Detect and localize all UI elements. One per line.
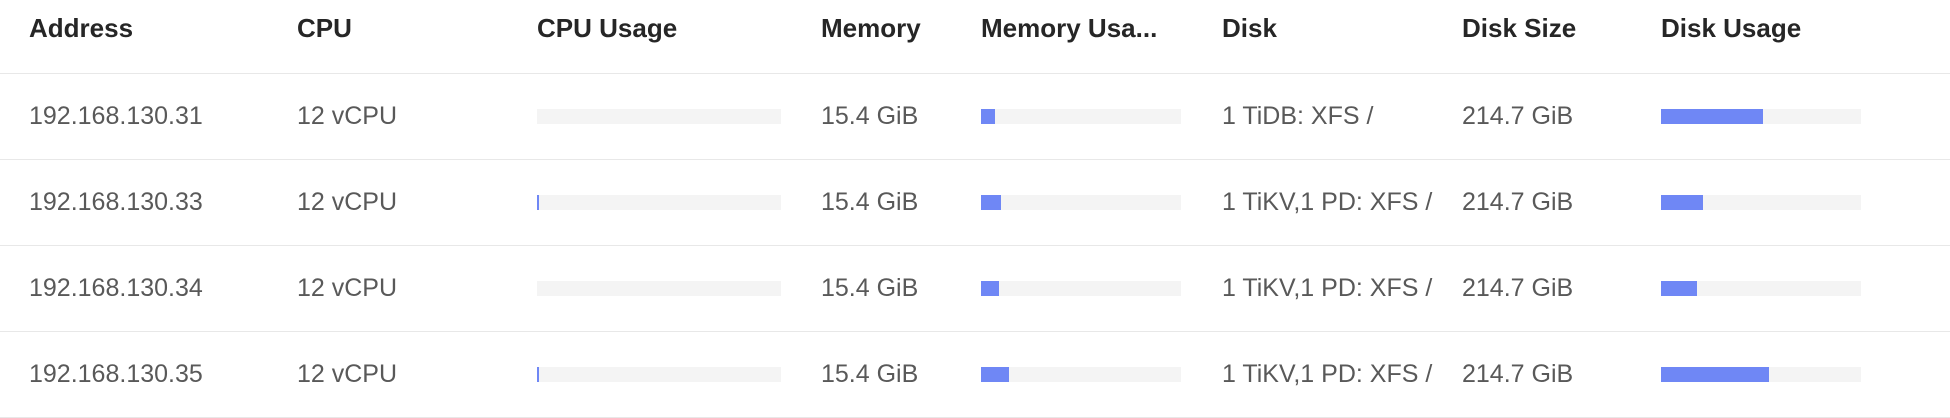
cpu-usage-bar: [537, 367, 781, 382]
cpu-usage-bar-fill: [537, 367, 539, 382]
hosts-table: Address CPU CPU Usage Memory Memory Usa.…: [0, 0, 1950, 418]
column-header-disk[interactable]: Disk: [1222, 0, 1438, 73]
column-header-memory-usage[interactable]: Memory Usa...: [981, 0, 1176, 73]
disk-size-cell: 214.7 GiB: [1462, 102, 1574, 130]
disk-size-cell: 214.7 GiB: [1462, 274, 1574, 302]
disk-cell: 1 TiKV,1 PD: XFS /: [1222, 274, 1433, 302]
address-cell: 192.168.130.34: [29, 274, 203, 302]
table-body: 192.168.130.31 12 vCPU 15.4 GiB 1 TiDB: …: [0, 74, 1950, 418]
cpu-cell: 12 vCPU: [297, 102, 398, 130]
column-header-cpu-usage[interactable]: CPU Usage: [537, 0, 797, 73]
cpu-cell: 12 vCPU: [297, 360, 398, 388]
disk-usage-cell: [1661, 246, 1901, 331]
memory-usage-cell: [981, 246, 1181, 331]
memory-usage-bar: [981, 109, 1181, 124]
disk-cell: 1 TiDB: XFS /: [1222, 102, 1374, 130]
disk-usage-bar: [1661, 367, 1861, 382]
cpu-cell: 12 vCPU: [297, 274, 398, 302]
address-cell: 192.168.130.31: [29, 102, 203, 130]
memory-usage-bar-fill: [981, 195, 1001, 210]
cpu-usage-cell: [537, 246, 797, 331]
disk-usage-bar: [1661, 281, 1861, 296]
memory-usage-bar-fill: [981, 281, 999, 296]
cpu-usage-cell: [537, 332, 797, 417]
address-cell: 192.168.130.35: [29, 360, 203, 388]
cpu-usage-bar: [537, 109, 781, 124]
table-header: Address CPU CPU Usage Memory Memory Usa.…: [0, 0, 1950, 74]
memory-usage-cell: [981, 332, 1181, 417]
disk-usage-bar: [1661, 109, 1861, 124]
memory-usage-cell: [981, 74, 1181, 159]
cpu-usage-cell: [537, 160, 797, 245]
memory-usage-bar: [981, 195, 1181, 210]
disk-usage-bar: [1661, 195, 1861, 210]
memory-cell: 15.4 GiB: [821, 188, 919, 216]
table-row[interactable]: 192.168.130.34 12 vCPU 15.4 GiB 1 TiKV,1…: [0, 246, 1950, 332]
disk-usage-bar-fill: [1661, 109, 1763, 124]
column-header-address[interactable]: Address: [29, 0, 269, 73]
cpu-usage-cell: [537, 74, 797, 159]
memory-usage-bar-fill: [981, 109, 995, 124]
disk-usage-bar-fill: [1661, 281, 1697, 296]
disk-usage-bar-fill: [1661, 195, 1703, 210]
disk-usage-bar-fill: [1661, 367, 1769, 382]
address-cell: 192.168.130.33: [29, 188, 203, 216]
cpu-cell: 12 vCPU: [297, 188, 398, 216]
cpu-usage-bar-fill: [537, 195, 539, 210]
memory-usage-bar: [981, 367, 1181, 382]
disk-usage-cell: [1661, 74, 1901, 159]
memory-cell: 15.4 GiB: [821, 274, 919, 302]
memory-usage-bar-fill: [981, 367, 1009, 382]
table-row[interactable]: 192.168.130.33 12 vCPU 15.4 GiB 1 TiKV,1…: [0, 160, 1950, 246]
disk-usage-cell: [1661, 160, 1901, 245]
memory-usage-cell: [981, 160, 1181, 245]
memory-cell: 15.4 GiB: [821, 360, 919, 388]
table-row[interactable]: 192.168.130.35 12 vCPU 15.4 GiB 1 TiKV,1…: [0, 332, 1950, 418]
cpu-usage-bar: [537, 195, 781, 210]
column-header-cpu[interactable]: CPU: [297, 0, 517, 73]
memory-cell: 15.4 GiB: [821, 102, 919, 130]
table-row[interactable]: 192.168.130.31 12 vCPU 15.4 GiB 1 TiDB: …: [0, 74, 1950, 160]
column-header-memory[interactable]: Memory: [821, 0, 971, 73]
column-header-disk-size[interactable]: Disk Size: [1462, 0, 1652, 73]
disk-cell: 1 TiKV,1 PD: XFS /: [1222, 360, 1433, 388]
memory-usage-bar: [981, 281, 1181, 296]
cpu-usage-bar: [537, 281, 781, 296]
disk-size-cell: 214.7 GiB: [1462, 360, 1574, 388]
column-header-disk-usage[interactable]: Disk Usage: [1661, 0, 1901, 73]
disk-usage-cell: [1661, 332, 1901, 417]
disk-cell: 1 TiKV,1 PD: XFS /: [1222, 188, 1433, 216]
disk-size-cell: 214.7 GiB: [1462, 188, 1574, 216]
